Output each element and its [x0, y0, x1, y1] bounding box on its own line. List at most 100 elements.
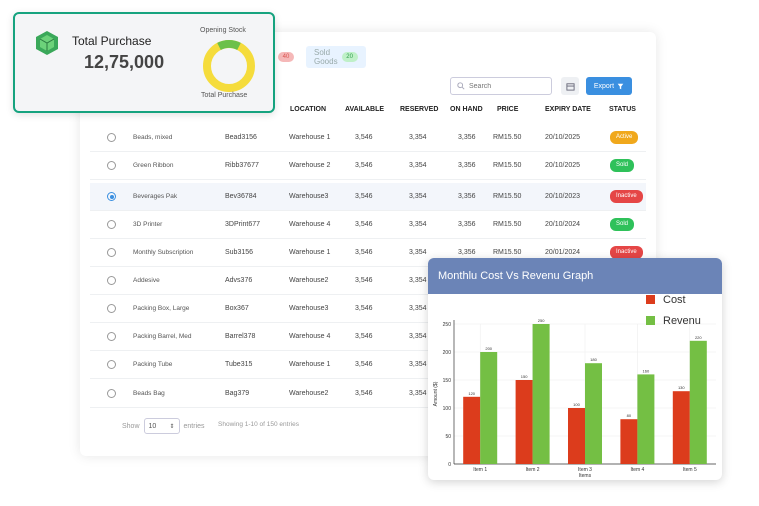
col-expiry-date: EXPIRY DATE — [545, 106, 591, 113]
search-field[interactable] — [450, 77, 552, 95]
cost-revenue-chart-card: Monthlu Cost Vs Revenu Graph 0 50 100 150 20… — [428, 258, 722, 480]
cell-expiry-date: 20/10/2025 — [545, 162, 581, 169]
row-radio[interactable] — [107, 220, 116, 229]
table-row[interactable]: Green Ribbon Ribb37677 Warehouse 2 3,546 3,3… — [90, 152, 646, 180]
table-row[interactable]: 3D Printer 3DPrint677 Warehouse 4 3,546 3,35… — [90, 211, 646, 239]
col-available: AVAILABLE — [345, 106, 385, 113]
cell-product-name: Packing Tube — [133, 361, 173, 368]
cell-location: Warehouse 4 — [289, 333, 331, 340]
status-badge: Inactive — [610, 190, 643, 203]
data-label: 250 — [538, 318, 545, 323]
cell-available: 3,546 — [355, 249, 373, 256]
export-label: Export — [593, 82, 615, 90]
cube-icon — [36, 31, 58, 55]
row-radio[interactable] — [107, 133, 116, 142]
cost-revenue-chart: 050100150200250Item 1 Item 2 Item 3 Item 4I… — [433, 294, 716, 479]
data-label: 100 — [573, 402, 580, 407]
y-tick-label: 200 — [443, 350, 452, 356]
show-label: Show — [122, 422, 140, 430]
bar-cost — [620, 419, 638, 464]
tab-sold-goods[interactable]: Sold Goods 20 — [306, 46, 366, 68]
cell-expiry-date: 20/01/2024 — [545, 249, 581, 256]
calendar-button[interactable] — [561, 77, 579, 95]
cell-available: 3,546 — [355, 333, 373, 340]
status-badge: Active — [610, 131, 639, 144]
row-radio[interactable] — [107, 192, 116, 201]
cell-on-hand: 3,356 — [458, 221, 476, 228]
tab-partial-count: 40 — [278, 52, 294, 62]
cell-sku: 3DPrint677 — [225, 221, 261, 228]
cell-sku: Bead3156 — [225, 134, 257, 141]
cell-product-name: Green Ribbon — [133, 162, 174, 169]
total-purchase-label: Total Purchase — [201, 92, 248, 99]
cell-reserved: 3,354 — [409, 361, 427, 368]
cell-location: Warehouse3 — [289, 305, 329, 312]
cell-price: RM15.50 — [493, 249, 522, 256]
cell-price: RM15.50 — [493, 193, 522, 200]
cell-reserved: 3,354 — [409, 249, 427, 256]
chart-title: Monthlu Cost Vs Revenu Graph — [428, 258, 722, 294]
cell-sku: Ribb37677 — [225, 162, 259, 169]
purchase-value: 12,75,000 — [84, 52, 165, 72]
cell-sku: Barrel378 — [225, 333, 256, 340]
opening-stock-label: Opening Stock — [200, 27, 246, 34]
cell-expiry-date: 20/10/2023 — [545, 193, 581, 200]
cell-product-name: Monthly Subscription — [133, 249, 194, 256]
y-tick-label: 150 — [443, 378, 452, 384]
search-input[interactable] — [469, 82, 549, 90]
cell-reserved: 3,354 — [409, 333, 427, 340]
entries-label: entries — [183, 422, 205, 430]
row-radio[interactable] — [107, 332, 116, 341]
cell-available: 3,546 — [355, 162, 373, 169]
col-status: STATUS — [609, 106, 636, 113]
cell-price: RM15.50 — [493, 221, 522, 228]
row-radio[interactable] — [107, 161, 116, 170]
row-radio[interactable] — [107, 304, 116, 313]
cell-reserved: 3,354 — [409, 221, 427, 228]
x-tick-label: Item 4 — [630, 467, 644, 473]
row-radio[interactable] — [107, 276, 116, 285]
row-radio[interactable] — [107, 389, 116, 398]
cell-sku: Bev36784 — [225, 193, 257, 200]
cell-location: Warehouse 1 — [289, 249, 331, 256]
export-button[interactable]: Export — [586, 77, 632, 95]
cell-product-name: Packing Box, Large — [133, 305, 190, 312]
cell-sku: Tube315 — [225, 361, 253, 368]
col-on-hand: ON HAND — [450, 106, 483, 113]
status-badge: Sold — [610, 159, 635, 172]
cell-reserved: 3,354 — [409, 162, 427, 169]
showing-text: Showing 1-10 of 150 entries — [218, 421, 299, 428]
bar-cost — [568, 408, 585, 464]
row-radio[interactable] — [107, 248, 116, 257]
y-tick-label: 50 — [445, 434, 451, 440]
cell-location: Warehouse 2 — [289, 162, 331, 169]
cell-on-hand: 3,356 — [458, 193, 476, 200]
cell-on-hand: 3,356 — [458, 162, 476, 169]
col-price: PRICE — [497, 106, 519, 113]
row-radio[interactable] — [107, 360, 116, 369]
cell-price: RM15.50 — [493, 162, 522, 169]
legend-swatch — [646, 295, 655, 304]
tab-sold-goods-count: 20 — [341, 52, 358, 62]
col-location: LOCATION — [290, 106, 327, 113]
x-tick-label: Item 1 — [473, 467, 487, 473]
y-axis-label: Amount ($) — [433, 381, 439, 406]
cell-location: Warehouse2 — [289, 390, 329, 397]
y-tick-label: 100 — [443, 406, 452, 412]
cell-product-name: Beverages Pak — [133, 193, 178, 200]
status-badge: Sold — [610, 218, 635, 231]
legend-label: Revenu — [663, 315, 701, 327]
cell-sku: Bag379 — [225, 390, 250, 397]
entries-select[interactable]: 10 ⇕ — [143, 418, 180, 434]
cell-sku: Box367 — [225, 305, 249, 312]
cell-reserved: 3,354 — [409, 134, 427, 141]
table-row[interactable]: Beads, mixed Bead3156 Warehouse 1 3,546 3,35… — [90, 124, 646, 152]
cell-price: RM15.50 — [493, 134, 522, 141]
cell-expiry-date: 20/10/2025 — [545, 134, 581, 141]
bar-cost — [515, 380, 533, 464]
total-purchase-card: Total Purchase 12,75,000 Opening Stock T… — [13, 12, 275, 113]
cell-reserved: 3,354 — [409, 277, 427, 284]
table-row[interactable]: Beverages Pak Bev36784 Warehouse3 3,546 3,35… — [90, 183, 646, 211]
data-label: 180 — [590, 357, 597, 362]
search-icon — [457, 82, 465, 90]
